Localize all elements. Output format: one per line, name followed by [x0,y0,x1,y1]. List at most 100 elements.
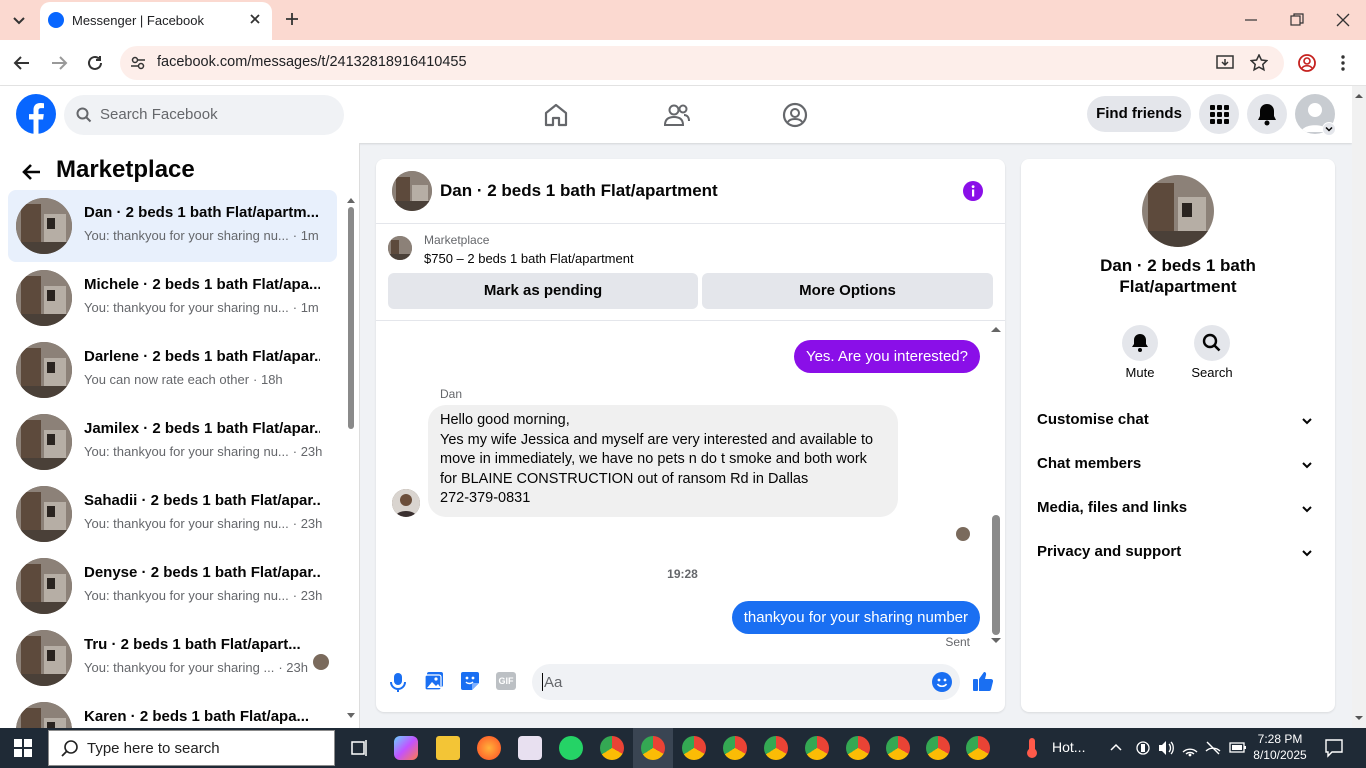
browser-tab[interactable]: Messenger | Facebook [40,2,272,40]
conversation-item[interactable]: Sahadii · 2 beds 1 bath Flat/apar... You:… [8,478,337,550]
chrome-icon[interactable] [966,736,990,760]
browser-menu-icon[interactable] [1340,54,1346,72]
mute-network-icon[interactable] [1204,739,1222,757]
sticker-icon[interactable] [460,671,480,691]
chrome-icon[interactable] [886,736,910,760]
conversation-item[interactable]: Denyse · 2 beds 1 bath Flat/apar... You: … [8,550,337,622]
chrome-icon[interactable] [682,736,706,760]
info-icon[interactable] [963,181,983,201]
chat-scrollbar[interactable] [989,323,1003,653]
conversation-item[interactable]: Jamilex · 2 beds 1 bath Flat/apar... You:… [8,406,337,478]
chrome-icon[interactable] [764,736,788,760]
list-scrollbar[interactable] [344,193,358,728]
back-arrow-icon[interactable] [13,55,31,71]
conversation-time: · 23h [292,516,323,531]
account-chevron-icon[interactable] [1322,122,1336,136]
facebook-logo-icon[interactable] [16,94,56,134]
sender-name: Dan [440,387,463,401]
sender-avatar[interactable] [392,489,420,517]
battery-icon[interactable] [1229,741,1247,755]
conversation-item[interactable]: Tru · 2 beds 1 bath Flat/apart... You: th… [8,622,337,694]
tab-close-icon[interactable] [248,12,262,26]
conversation-title: Karen · 2 beds 1 bath Flat/apa... [84,708,310,725]
incoming-message[interactable]: Hello good morning, Yes my wife Jessica … [428,405,898,517]
mark-as-pending-button[interactable]: Mark as pending [388,273,698,309]
conversation-item[interactable]: Karen · 2 beds 1 bath Flat/apa... [8,694,337,728]
install-app-icon[interactable] [1216,54,1234,72]
search-in-chat-button[interactable] [1194,325,1230,361]
back-arrow-icon[interactable] [22,163,42,181]
clock[interactable]: 7:28 PM 8/10/2025 [1248,731,1312,763]
firefox-icon[interactable] [477,736,501,760]
find-friends-button[interactable]: Find friends [1087,96,1191,132]
conversation-avatar [16,558,72,614]
forward-arrow-icon[interactable] [50,55,68,71]
chat-members-row[interactable]: Chat members [1037,447,1321,483]
chrome-icon[interactable] [805,736,829,760]
grid-icon [1210,105,1229,124]
bookmark-star-icon[interactable] [1250,54,1268,72]
privacy-support-row[interactable]: Privacy and support [1037,535,1321,571]
message-input[interactable]: Aa [532,664,960,700]
menu-grid-button[interactable] [1199,94,1239,134]
close-window-icon[interactable] [1336,13,1350,27]
network-icon[interactable] [1134,739,1152,757]
like-icon[interactable] [972,670,994,692]
chrome-icon[interactable] [641,736,665,760]
site-info-icon[interactable] [130,55,146,71]
weather-text[interactable]: Hot... [1052,739,1085,755]
chrome-icon[interactable] [846,736,870,760]
emoji-icon[interactable] [932,672,952,692]
copilot-icon[interactable] [394,736,418,760]
listing-detail[interactable]: $750 – 2 beds 1 bath Flat/apartment [424,251,634,266]
notifications-button[interactable] [1247,94,1287,134]
media-files-links-row[interactable]: Media, files and links [1037,491,1321,527]
address-bar[interactable]: facebook.com/messages/t/2413281891641045… [120,46,1284,80]
outgoing-message[interactable]: Yes. Are you interested? [793,340,980,373]
conversation-title: Tru · 2 beds 1 bath Flat/apart... [84,636,301,653]
volume-icon[interactable] [1157,739,1175,757]
chrome-icon[interactable] [723,736,747,760]
profile-icon[interactable] [1298,54,1316,72]
details-avatar[interactable] [1142,175,1214,247]
windows-start-icon[interactable] [14,739,32,757]
whatsapp-icon[interactable] [559,736,583,760]
restore-icon[interactable] [1290,13,1304,27]
chevron-up-icon[interactable] [1109,741,1123,753]
mute-button[interactable] [1122,325,1158,361]
chat-avatar[interactable] [392,171,432,211]
new-tab-icon[interactable] [284,11,300,27]
listing-thumbnail[interactable] [388,236,412,260]
notification-center-icon[interactable] [1324,738,1344,758]
groups-icon[interactable] [782,102,808,128]
page-scrollbar[interactable] [1352,86,1366,728]
tab-search-icon[interactable] [10,12,28,28]
reload-icon[interactable] [86,54,104,72]
facebook-search-input[interactable]: Search Facebook [64,95,344,135]
customise-chat-row[interactable]: Customise chat [1037,403,1321,439]
conversation-item[interactable]: Darlene · 2 beds 1 bath Flat/apar... You … [8,334,337,406]
search-label[interactable]: Search [1182,365,1242,380]
home-icon[interactable] [543,102,569,128]
microphone-icon[interactable] [390,672,406,692]
file-explorer-icon[interactable] [436,736,460,760]
friends-icon[interactable] [663,102,691,128]
paint-icon[interactable] [518,736,542,760]
wifi-icon[interactable] [1181,739,1199,757]
gif-icon[interactable]: GIF [496,672,516,690]
outgoing-message[interactable]: thankyou for your sharing number [731,601,980,634]
weather-icon[interactable] [1022,737,1042,759]
photo-icon[interactable] [424,671,444,691]
more-options-button[interactable]: More Options [702,273,993,309]
chrome-icon[interactable] [600,736,624,760]
message-timestamp: 19:28 [667,567,698,581]
conversation-item[interactable]: Michele · 2 beds 1 bath Flat/apa... You: … [8,262,337,334]
minimize-icon[interactable] [1244,14,1258,26]
conversation-item[interactable]: Dan · 2 beds 1 bath Flat/apartm... You: t… [8,190,337,262]
chrome-icon[interactable] [926,736,950,760]
chat-title[interactable]: Dan · 2 beds 1 bath Flat/apartment [440,181,718,201]
panel-title: Marketplace [56,156,195,183]
mute-label[interactable]: Mute [1110,365,1170,380]
taskbar-search-input[interactable]: Type here to search [48,730,335,766]
task-view-icon[interactable] [350,738,370,758]
